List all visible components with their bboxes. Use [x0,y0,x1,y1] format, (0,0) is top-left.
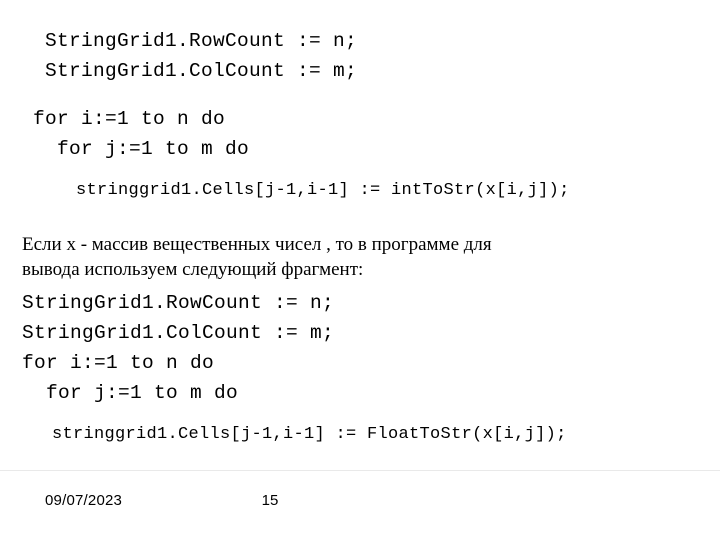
code-line: for j:=1 to m do [57,138,250,160]
code-line: stringgrid1.Cells[j-1,i-1] := FloatToStr… [52,425,567,444]
code-line: for i:=1 to n do [22,352,215,374]
code-line: for i:=1 to n do [33,108,226,130]
code-line: StringGrid1.RowCount := n; [22,292,335,314]
footer-divider [0,470,720,471]
explanation-paragraph: Если x - массив вещественных чисел , то … [22,232,684,282]
paragraph-line: Если x - массив вещественных чисел , то … [22,234,492,255]
presentation-slide: StringGrid1.RowCount := n; StringGrid1.C… [0,0,720,540]
code-line: StringGrid1.ColCount := m; [22,322,335,344]
slide-number: 15 [261,492,279,509]
code-line: stringgrid1.Cells[j-1,i-1] := intToStr(x… [76,181,570,200]
code-block-integer-output: StringGrid1.RowCount := n; StringGrid1.C… [0,26,720,206]
code-line: StringGrid1.RowCount := n; [45,30,358,52]
code-line: for j:=1 to m do [46,382,239,404]
code-block-float-output: StringGrid1.RowCount := n; StringGrid1.C… [0,288,720,450]
code-line: StringGrid1.ColCount := m; [45,60,358,82]
paragraph-line: вывода используем следующий фрагмент: [22,259,364,280]
